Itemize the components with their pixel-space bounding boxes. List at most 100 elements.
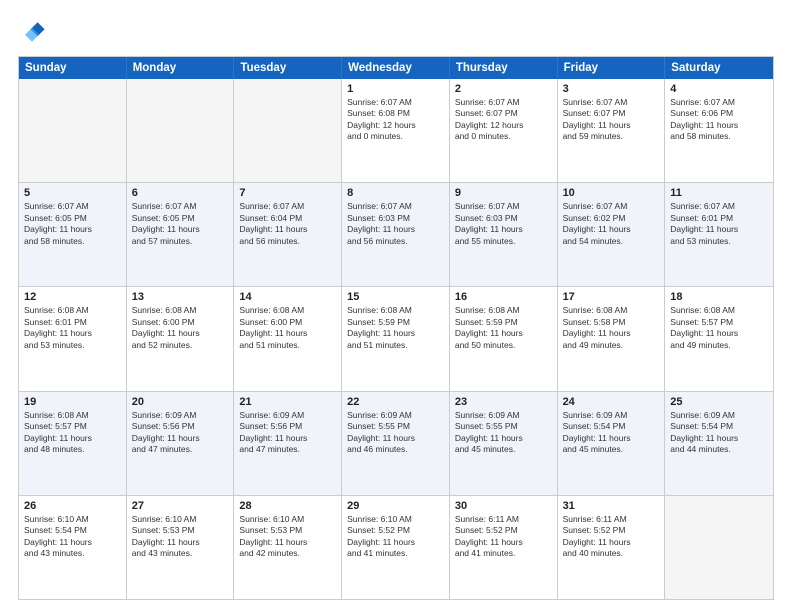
header-day-friday: Friday [558,57,666,79]
day-info-17: Sunrise: 6:08 AMSunset: 5:58 PMDaylight:… [563,305,660,351]
day-number-25: 25 [670,396,768,408]
day-cell-2: 2 Sunrise: 6:07 AMSunset: 6:07 PMDaylight… [450,79,558,182]
day-cell-9: 9Sunrise: 6:07 AMSunset: 6:03 PMDaylight… [450,183,558,286]
calendar-row-2: 12 Sunrise: 6:08 AMSunset: 6:01 PMDayligh… [19,286,773,390]
day-info-4: Sunrise: 6:07 AMSunset: 6:06 PMDaylight:… [670,97,768,143]
day-info-23: Sunrise: 6:09 AMSunset: 5:55 PMDaylight:… [455,410,552,456]
day-cell-29: 29 Sunrise: 6:10 AMSunset: 5:52 PMDayligh… [342,496,450,599]
day-cell-24: 24Sunrise: 6:09 AMSunset: 5:54 PMDayligh… [558,392,666,495]
day-number-15: 15 [347,291,444,303]
day-info-29: Sunrise: 6:10 AMSunset: 5:52 PMDaylight:… [347,514,444,560]
day-number-14: 14 [239,291,336,303]
day-info-2: Sunrise: 6:07 AMSunset: 6:07 PMDaylight:… [455,97,552,143]
day-number-2: 2 [455,83,552,95]
day-info-13: Sunrise: 6:08 AMSunset: 6:00 PMDaylight:… [132,305,229,351]
day-cell-18: 18Sunrise: 6:08 AMSunset: 5:57 PMDayligh… [665,287,773,390]
day-cell-27: 27 Sunrise: 6:10 AMSunset: 5:53 PMDayligh… [127,496,235,599]
day-cell-7: 7 Sunrise: 6:07 AMSunset: 6:04 PMDaylight… [234,183,342,286]
day-cell-21: 21 Sunrise: 6:09 AMSunset: 5:56 PMDayligh… [234,392,342,495]
day-number-9: 9 [455,187,552,199]
header-day-sunday: Sunday [19,57,127,79]
day-number-3: 3 [563,83,660,95]
empty-cell-0-2 [234,79,342,182]
day-info-3: Sunrise: 6:07 AMSunset: 6:07 PMDaylight:… [563,97,660,143]
day-number-5: 5 [24,187,121,199]
day-info-25: Sunrise: 6:09 AMSunset: 5:54 PMDaylight:… [670,410,768,456]
day-number-30: 30 [455,500,552,512]
day-number-10: 10 [563,187,660,199]
day-cell-19: 19 Sunrise: 6:08 AMSunset: 5:57 PMDayligh… [19,392,127,495]
day-cell-6: 6 Sunrise: 6:07 AMSunset: 6:05 PMDaylight… [127,183,235,286]
day-info-18: Sunrise: 6:08 AMSunset: 5:57 PMDaylight:… [670,305,768,351]
calendar-row-0: 1 Sunrise: 6:07 AMSunset: 6:08 PMDaylight… [19,79,773,182]
day-info-10: Sunrise: 6:07 AMSunset: 6:02 PMDaylight:… [563,201,660,247]
day-cell-1: 1 Sunrise: 6:07 AMSunset: 6:08 PMDaylight… [342,79,450,182]
day-number-29: 29 [347,500,444,512]
day-cell-16: 16 Sunrise: 6:08 AMSunset: 5:59 PMDayligh… [450,287,558,390]
day-number-23: 23 [455,396,552,408]
header-day-wednesday: Wednesday [342,57,450,79]
day-cell-20: 20 Sunrise: 6:09 AMSunset: 5:56 PMDayligh… [127,392,235,495]
day-number-19: 19 [24,396,121,408]
logo-icon [18,18,46,46]
day-cell-14: 14 Sunrise: 6:08 AMSunset: 6:00 PMDayligh… [234,287,342,390]
day-info-21: Sunrise: 6:09 AMSunset: 5:56 PMDaylight:… [239,410,336,456]
day-number-16: 16 [455,291,552,303]
day-number-26: 26 [24,500,121,512]
header-day-thursday: Thursday [450,57,558,79]
day-cell-25: 25 Sunrise: 6:09 AMSunset: 5:54 PMDayligh… [665,392,773,495]
day-info-19: Sunrise: 6:08 AMSunset: 5:57 PMDaylight:… [24,410,121,456]
empty-cell-4-6 [665,496,773,599]
day-info-8: Sunrise: 6:07 AMSunset: 6:03 PMDaylight:… [347,201,444,247]
day-info-11: Sunrise: 6:07 AMSunset: 6:01 PMDaylight:… [670,201,768,247]
day-cell-17: 17 Sunrise: 6:08 AMSunset: 5:58 PMDayligh… [558,287,666,390]
header-day-saturday: Saturday [665,57,773,79]
day-info-16: Sunrise: 6:08 AMSunset: 5:59 PMDaylight:… [455,305,552,351]
day-number-27: 27 [132,500,229,512]
day-number-12: 12 [24,291,121,303]
day-info-30: Sunrise: 6:11 AMSunset: 5:52 PMDaylight:… [455,514,552,560]
header-day-monday: Monday [127,57,235,79]
day-number-21: 21 [239,396,336,408]
day-cell-8: 8 Sunrise: 6:07 AMSunset: 6:03 PMDaylight… [342,183,450,286]
day-number-20: 20 [132,396,229,408]
day-info-15: Sunrise: 6:08 AMSunset: 5:59 PMDaylight:… [347,305,444,351]
day-number-4: 4 [670,83,768,95]
calendar-row-3: 19 Sunrise: 6:08 AMSunset: 5:57 PMDayligh… [19,391,773,495]
day-number-13: 13 [132,291,229,303]
calendar-row-4: 26Sunrise: 6:10 AMSunset: 5:54 PMDayligh… [19,495,773,599]
day-cell-31: 31Sunrise: 6:11 AMSunset: 5:52 PMDayligh… [558,496,666,599]
calendar: SundayMondayTuesdayWednesdayThursdayFrid… [18,56,774,600]
day-info-7: Sunrise: 6:07 AMSunset: 6:04 PMDaylight:… [239,201,336,247]
day-number-24: 24 [563,396,660,408]
day-number-6: 6 [132,187,229,199]
day-cell-4: 4 Sunrise: 6:07 AMSunset: 6:06 PMDaylight… [665,79,773,182]
day-cell-22: 22 Sunrise: 6:09 AMSunset: 5:55 PMDayligh… [342,392,450,495]
day-cell-12: 12 Sunrise: 6:08 AMSunset: 6:01 PMDayligh… [19,287,127,390]
empty-cell-0-1 [127,79,235,182]
day-info-28: Sunrise: 6:10 AMSunset: 5:53 PMDaylight:… [239,514,336,560]
day-cell-3: 3 Sunrise: 6:07 AMSunset: 6:07 PMDaylight… [558,79,666,182]
day-cell-26: 26Sunrise: 6:10 AMSunset: 5:54 PMDayligh… [19,496,127,599]
day-info-12: Sunrise: 6:08 AMSunset: 6:01 PMDaylight:… [24,305,121,351]
day-cell-23: 23 Sunrise: 6:09 AMSunset: 5:55 PMDayligh… [450,392,558,495]
day-info-14: Sunrise: 6:08 AMSunset: 6:00 PMDaylight:… [239,305,336,351]
day-cell-11: 11Sunrise: 6:07 AMSunset: 6:01 PMDayligh… [665,183,773,286]
day-number-28: 28 [239,500,336,512]
calendar-body: 1 Sunrise: 6:07 AMSunset: 6:08 PMDaylight… [19,79,773,599]
day-number-1: 1 [347,83,444,95]
day-info-27: Sunrise: 6:10 AMSunset: 5:53 PMDaylight:… [132,514,229,560]
day-info-1: Sunrise: 6:07 AMSunset: 6:08 PMDaylight:… [347,97,444,143]
header-day-tuesday: Tuesday [234,57,342,79]
day-info-20: Sunrise: 6:09 AMSunset: 5:56 PMDaylight:… [132,410,229,456]
day-info-22: Sunrise: 6:09 AMSunset: 5:55 PMDaylight:… [347,410,444,456]
day-number-17: 17 [563,291,660,303]
day-number-22: 22 [347,396,444,408]
day-number-7: 7 [239,187,336,199]
day-cell-5: 5 Sunrise: 6:07 AMSunset: 6:05 PMDaylight… [19,183,127,286]
calendar-header: SundayMondayTuesdayWednesdayThursdayFrid… [19,57,773,79]
day-info-6: Sunrise: 6:07 AMSunset: 6:05 PMDaylight:… [132,201,229,247]
page: SundayMondayTuesdayWednesdayThursdayFrid… [0,0,792,612]
day-number-8: 8 [347,187,444,199]
day-info-5: Sunrise: 6:07 AMSunset: 6:05 PMDaylight:… [24,201,121,247]
